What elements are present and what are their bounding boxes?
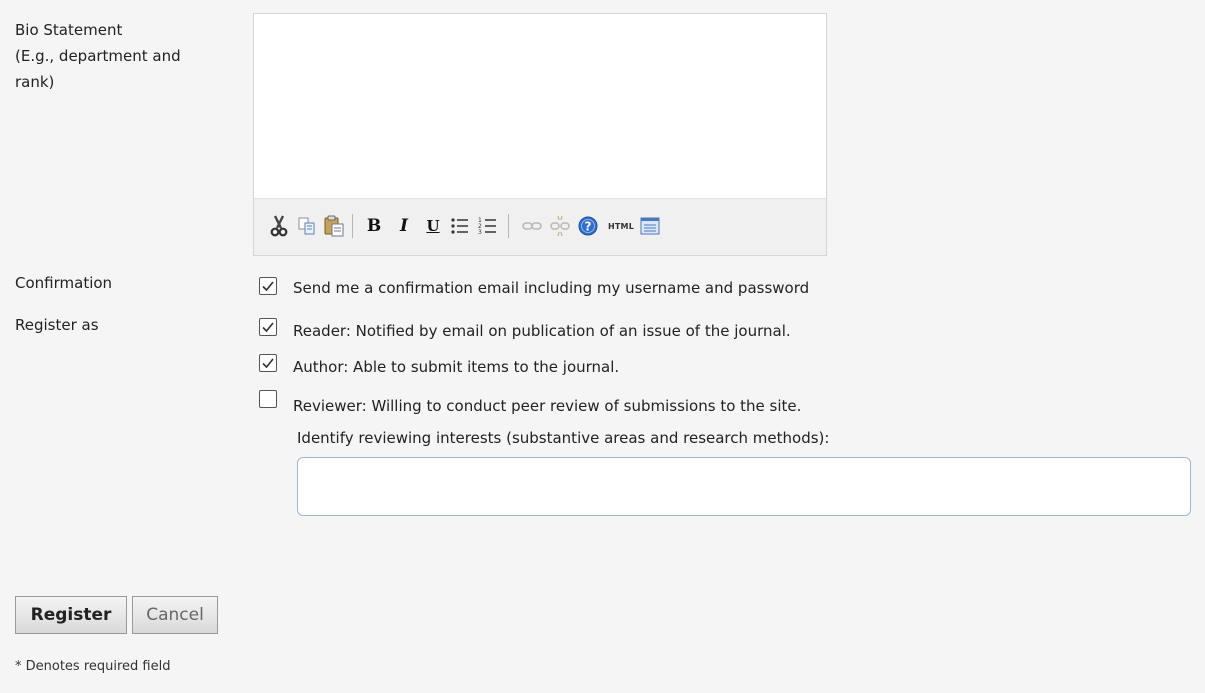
register-as-label: Register as	[15, 316, 99, 334]
editor-toolbar: B I U 1 2 3 ? HTML	[254, 198, 826, 255]
paste-icon[interactable]	[322, 213, 346, 239]
html-icon[interactable]: HTML	[606, 213, 636, 239]
svg-text:3: 3	[478, 229, 482, 236]
toolbar-separator	[352, 214, 353, 238]
bullet-list-icon[interactable]	[448, 213, 472, 239]
bio-statement-textarea[interactable]	[254, 14, 826, 197]
reviewing-interests-input[interactable]	[297, 457, 1191, 516]
confirmation-checkbox-label: Send me a confirmation email including m…	[293, 279, 810, 297]
reviewer-checkbox[interactable]	[259, 390, 277, 408]
bold-icon[interactable]: B	[362, 213, 386, 239]
cut-icon[interactable]	[267, 213, 291, 239]
reader-checkbox-label: Reader: Notified by email on publication…	[293, 322, 791, 340]
underline-icon[interactable]: U	[421, 213, 445, 239]
svg-text:?: ?	[585, 220, 592, 234]
fullscreen-icon[interactable]	[638, 213, 662, 239]
link-icon[interactable]	[520, 213, 544, 239]
italic-icon[interactable]: I	[392, 213, 416, 239]
numbered-list-icon[interactable]: 1 2 3	[476, 213, 500, 239]
reader-checkbox[interactable]	[259, 318, 277, 336]
reviewer-checkbox-label: Reviewer: Willing to conduct peer review…	[293, 397, 802, 415]
confirmation-checkbox[interactable]	[259, 277, 277, 295]
bio-statement-label: Bio Statement (E.g., department and rank…	[15, 21, 181, 91]
register-button[interactable]: Register	[15, 596, 127, 634]
help-icon[interactable]: ?	[576, 213, 600, 239]
required-field-note: * Denotes required field	[15, 659, 171, 674]
bio-statement-editor: B I U 1 2 3 ? HTML	[253, 13, 827, 256]
confirmation-label: Confirmation	[15, 274, 113, 292]
copy-icon[interactable]	[295, 213, 319, 239]
author-checkbox[interactable]	[259, 354, 277, 372]
unlink-icon[interactable]	[548, 213, 572, 239]
author-checkbox-label: Author: Able to submit items to the jour…	[293, 358, 620, 376]
toolbar-separator	[508, 214, 509, 238]
cancel-button[interactable]: Cancel	[132, 596, 218, 634]
reviewing-interests-label: Identify reviewing interests (substantiv…	[297, 429, 830, 447]
